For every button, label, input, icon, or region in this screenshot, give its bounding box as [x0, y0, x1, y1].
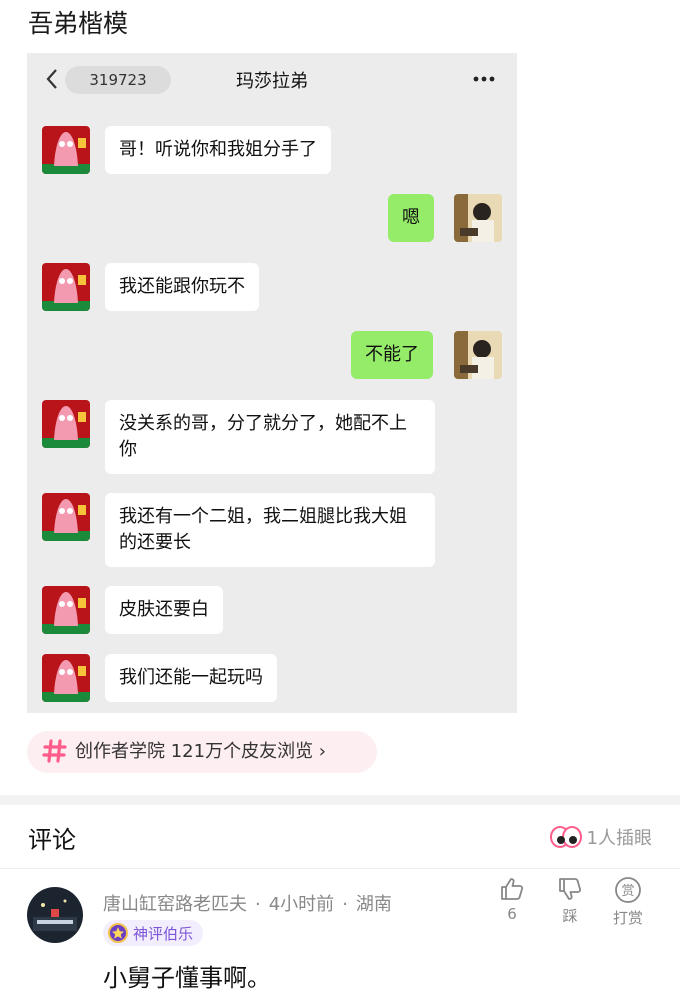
reward-button[interactable]: 赏 打赏: [608, 876, 648, 928]
thumbs-down-icon: [559, 878, 582, 900]
message-bubble-incoming: 没关系的哥，分了就分了，她配不上你: [105, 400, 435, 474]
like-count: 6: [507, 905, 517, 923]
comment-text: 小舅子懂事啊。: [103, 964, 271, 992]
message-bubble-incoming: 我还有一个二姐，我二姐腿比我大姐的还要长: [105, 493, 435, 567]
chat-header: 319723 玛莎拉弟: [27, 53, 517, 105]
contact-avatar[interactable]: [42, 263, 90, 311]
contact-avatar[interactable]: [42, 493, 90, 541]
comment-location: 湖南: [355, 894, 392, 915]
more-icon[interactable]: [469, 67, 499, 91]
message-bubble-incoming: 皮肤还要白: [105, 586, 223, 634]
contact-avatar[interactable]: [42, 654, 90, 702]
contact-avatar[interactable]: [42, 400, 90, 448]
topic-tag-label: 创作者学院 121万个皮友浏览 ›: [75, 741, 326, 762]
peek-button[interactable]: 1人插眼: [549, 823, 652, 851]
chat-screenshot[interactable]: 319723 玛莎拉弟 哥！听说你和我姐分手了 嗯 我还能跟你玩不 不能了 没关…: [27, 53, 517, 713]
reward-label: 打赏: [612, 909, 643, 927]
svg-text:赏: 赏: [621, 884, 634, 899]
my-avatar[interactable]: [454, 331, 502, 379]
eyes-icon: [549, 826, 582, 848]
dislike-button[interactable]: 踩: [550, 876, 590, 926]
comment-meta: 唐山缸窑路老匹夫 · 4小时前 · 湖南: [103, 890, 392, 916]
message-bubble-incoming: 我还能跟你玩不: [105, 263, 259, 311]
section-divider: [0, 795, 680, 805]
message-bubble-outgoing: 不能了: [351, 331, 433, 379]
peek-count: 1人插眼: [586, 828, 652, 849]
badge-label: 神评伯乐: [133, 924, 194, 943]
contact-avatar[interactable]: [42, 126, 90, 174]
user-badge[interactable]: 神评伯乐: [103, 920, 204, 946]
thumbs-up-icon: [501, 878, 524, 900]
comments-heading: 评论: [28, 826, 76, 854]
message-bubble-outgoing: 嗯: [388, 194, 434, 242]
contact-avatar[interactable]: [42, 586, 90, 634]
divider: [0, 868, 680, 869]
chat-contact-name: 玛莎拉弟: [236, 71, 308, 92]
post-title: 吾弟楷模: [28, 9, 129, 38]
commenter-avatar[interactable]: [27, 887, 83, 943]
separator-dot: ·: [342, 894, 348, 915]
my-avatar[interactable]: [454, 194, 502, 242]
hashtag-icon: [42, 739, 67, 763]
commenter-username[interactable]: 唐山缸窑路老匹夫: [103, 894, 247, 915]
dislike-label: 踩: [562, 907, 578, 925]
like-button[interactable]: 6: [492, 876, 532, 923]
reward-icon: 赏: [615, 877, 641, 903]
message-bubble-incoming: 哥！听说你和我姐分手了: [105, 126, 331, 174]
comment-time: 4小时前: [268, 894, 335, 915]
separator-dot: ·: [255, 894, 261, 915]
message-bubble-incoming: 我们还能一起玩吗: [105, 654, 277, 702]
topic-tag-button[interactable]: 创作者学院 121万个皮友浏览 ›: [27, 731, 377, 773]
badge-medal-icon: [108, 923, 128, 943]
